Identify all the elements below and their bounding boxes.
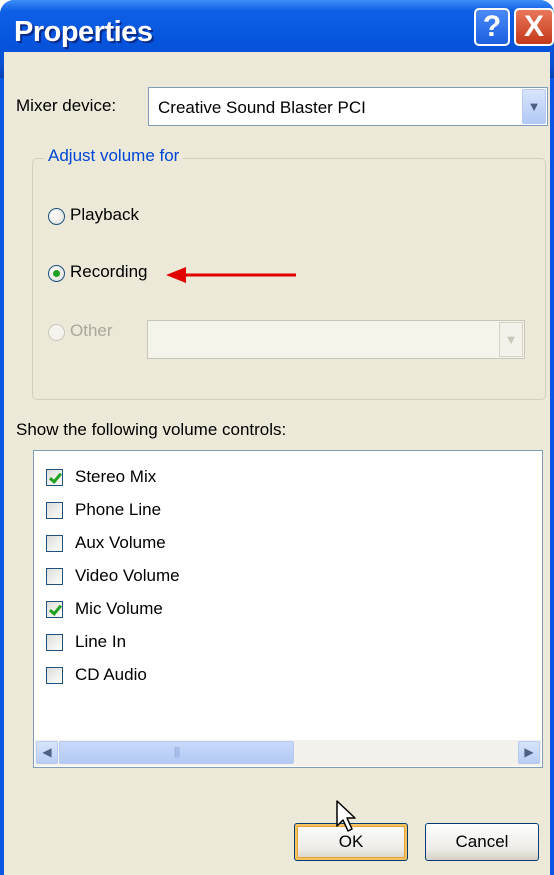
red-annotation-arrow (166, 267, 296, 283)
scroll-left-icon[interactable]: ◀ (36, 741, 58, 764)
window-title: Properties (14, 16, 153, 48)
cd-audio-checkbox[interactable] (46, 667, 63, 684)
volume-controls-heading: Show the following volume controls: (16, 420, 287, 439)
recording-radio[interactable] (48, 265, 65, 282)
aux-volume-label[interactable]: Aux Volume (75, 533, 166, 553)
phone-line-checkbox[interactable] (46, 502, 63, 519)
other-radio[interactable] (48, 324, 65, 341)
phone-line-label[interactable]: Phone Line (75, 500, 161, 520)
playback-radio[interactable] (48, 208, 65, 225)
cancel-button[interactable]: Cancel (425, 823, 539, 861)
stereo-mix-checkbox[interactable] (46, 469, 63, 486)
mic-volume-checkbox[interactable] (46, 601, 63, 618)
scroll-right-icon[interactable]: ▶ (518, 741, 540, 764)
cd-audio-label[interactable]: CD Audio (75, 665, 147, 685)
help-button[interactable]: ? (474, 8, 510, 46)
chevron-down-icon[interactable]: ▼ (522, 89, 546, 124)
mixer-device-select[interactable]: Creative Sound Blaster PCI ▼ (148, 87, 548, 126)
volume-controls-list[interactable]: Stereo Mix Phone Line Aux Volume Video V… (33, 450, 543, 768)
video-volume-label[interactable]: Video Volume (75, 566, 180, 586)
recording-radio-label[interactable]: Recording (70, 262, 148, 282)
close-button[interactable]: X (514, 8, 554, 46)
other-device-select[interactable]: ▼ (147, 320, 525, 359)
mixer-device-value: Creative Sound Blaster PCI (158, 98, 366, 117)
video-volume-checkbox[interactable] (46, 568, 63, 585)
mouse-pointer-icon (336, 800, 356, 832)
adjust-volume-legend: Adjust volume for (44, 146, 184, 166)
mixer-device-label: Mixer device: (16, 96, 117, 115)
stereo-mix-label[interactable]: Stereo Mix (75, 467, 156, 487)
line-in-label[interactable]: Line In (75, 632, 126, 652)
line-in-checkbox[interactable] (46, 634, 63, 651)
scrollbar-thumb[interactable]: ||| (59, 741, 294, 764)
dialog-body: Mixer device: Creative Sound Blaster PCI… (4, 52, 550, 875)
horizontal-scrollbar[interactable]: ◀ ||| ▶ (35, 740, 541, 766)
chevron-down-icon[interactable]: ▼ (499, 322, 523, 357)
mic-volume-label[interactable]: Mic Volume (75, 599, 163, 619)
other-radio-label[interactable]: Other (70, 321, 113, 341)
aux-volume-checkbox[interactable] (46, 535, 63, 552)
properties-window: Properties ? X Mixer device: Creative So… (0, 0, 554, 875)
playback-radio-label[interactable]: Playback (70, 205, 139, 225)
